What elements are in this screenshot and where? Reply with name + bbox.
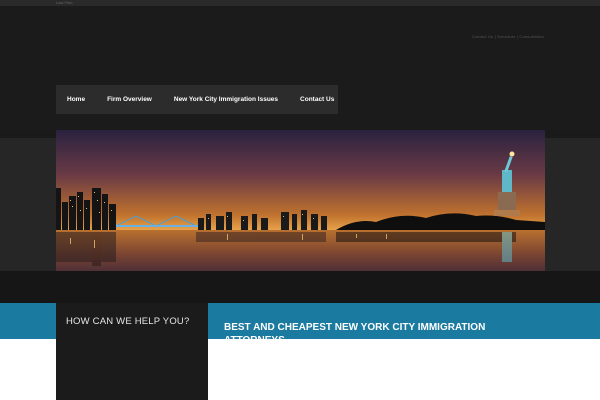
sidebar-heading: HOW CAN WE HELP YOU? [66,316,190,327]
hero-banner-image [56,130,545,279]
page-title: BEST AND CHEAPEST NEW YORK CITY IMMIGRAT… [224,321,486,346]
banner-bottom-band [0,271,600,303]
main-nav: Home Firm Overview New York City Immigra… [56,85,338,114]
help-sidebar: HOW CAN WE HELP YOU? [56,303,208,400]
header-contact-links[interactable]: Contact Us | Schedule | Consultation [472,34,544,39]
skyline-illustration [56,130,545,279]
nav-item-firm-overview[interactable]: Firm Overview [96,96,163,103]
nav-item-home[interactable]: Home [56,96,96,103]
nav-item-contact-us[interactable]: Contact Us [289,96,345,103]
nav-item-immigration-issues[interactable]: New York City Immigration Issues [163,96,289,103]
